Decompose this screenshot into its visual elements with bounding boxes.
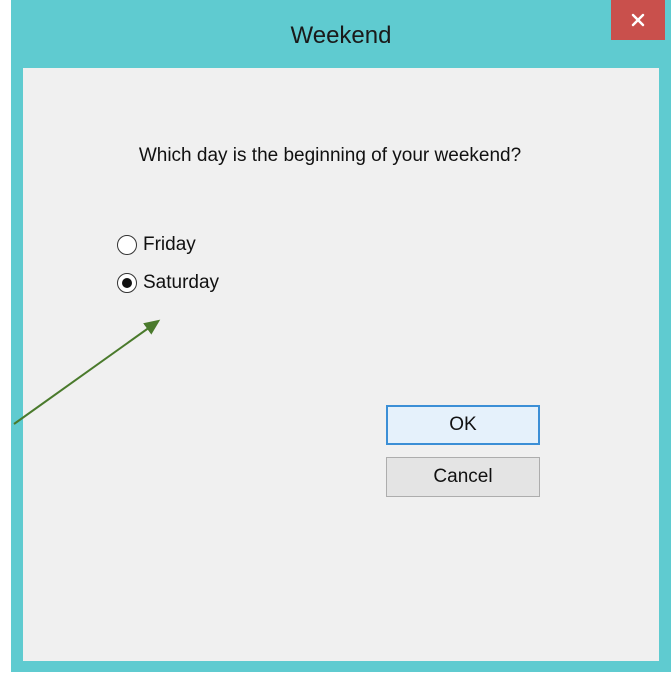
radio-option-friday[interactable]: Friday: [117, 232, 196, 258]
radio-button-friday[interactable]: [117, 235, 137, 255]
cancel-button[interactable]: Cancel: [386, 457, 540, 497]
radio-button-saturday[interactable]: [117, 273, 137, 293]
radio-label-saturday: Saturday: [143, 272, 220, 293]
close-button[interactable]: [611, 0, 665, 40]
ok-button[interactable]: OK: [386, 405, 540, 445]
question-text: Which day is the beginning of your weeke…: [138, 145, 522, 166]
radio-label-friday: Friday: [143, 234, 196, 255]
screenshot: Weekend Which day is the beginning of yo…: [0, 0, 671, 678]
close-icon: [631, 13, 645, 27]
dialog-window: Weekend: [11, 0, 671, 672]
title-bar[interactable]: Weekend: [11, 0, 671, 68]
window-title: Weekend: [290, 22, 392, 49]
radio-selected-dot: [122, 278, 132, 288]
radio-option-saturday[interactable]: Saturday: [117, 270, 219, 296]
